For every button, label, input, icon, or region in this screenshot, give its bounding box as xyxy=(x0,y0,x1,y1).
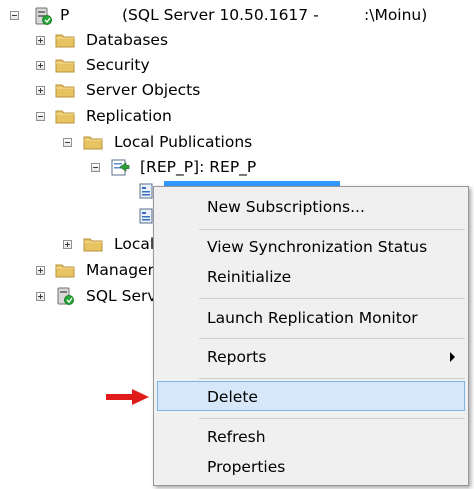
menu-item-delete[interactable]: Delete xyxy=(157,381,465,411)
expand-toggle-databases[interactable] xyxy=(36,36,45,45)
expand-toggle-management[interactable] xyxy=(36,266,45,275)
folder-icon xyxy=(55,110,75,124)
menu-item-view-sync-status[interactable]: View Synchronization Status xyxy=(157,232,465,262)
tree-node-local-publications[interactable]: Local Publications xyxy=(0,131,474,153)
collapse-toggle-local-publications[interactable] xyxy=(63,138,72,147)
tree-node-sql-server-agent[interactable]: SQL Serve xyxy=(0,285,166,307)
collapse-toggle-server[interactable] xyxy=(10,11,19,20)
submenu-arrow-icon xyxy=(450,352,455,362)
tree-label-security: Security xyxy=(86,56,150,74)
tree-node-publication[interactable]: [REP_P]: REP_P xyxy=(0,156,474,178)
tree-node-databases[interactable]: Databases xyxy=(0,29,474,51)
menu-label: New Subscriptions... xyxy=(207,198,365,216)
subscription-icon[interactable] xyxy=(139,183,153,199)
menu-item-reports[interactable]: Reports xyxy=(157,342,465,372)
agent-icon xyxy=(57,287,74,305)
tree-label-replication: Replication xyxy=(86,107,172,125)
expand-toggle-security[interactable] xyxy=(36,61,45,70)
menu-separator xyxy=(199,229,465,230)
menu-label: Launch Replication Monitor xyxy=(207,309,418,327)
menu-label: Reports xyxy=(207,348,267,366)
server-icon xyxy=(35,7,52,25)
folder-icon xyxy=(55,59,75,73)
menu-label: View Synchronization Status xyxy=(207,238,428,256)
collapse-toggle-publication[interactable] xyxy=(91,163,100,172)
menu-label: Properties xyxy=(207,458,286,476)
menu-label: Delete xyxy=(207,388,258,406)
tree-node-security[interactable]: Security xyxy=(0,54,474,76)
menu-item-properties[interactable]: Properties xyxy=(157,452,465,482)
tree-label-local-subscriptions: Local xyxy=(114,235,155,253)
menu-label: Refresh xyxy=(207,428,266,446)
context-menu: New Subscriptions... View Synchronizatio… xyxy=(153,186,469,486)
menu-separator xyxy=(199,338,465,339)
collapse-toggle-replication[interactable] xyxy=(36,112,45,121)
tree-node-replication[interactable]: Replication xyxy=(0,105,474,127)
tree-label-server-objects: Server Objects xyxy=(86,81,201,99)
tree-label-publication: [REP_P]: REP_P xyxy=(140,158,257,176)
tree-node-server-objects[interactable]: Server Objects xyxy=(0,79,474,101)
menu-item-refresh[interactable]: Refresh xyxy=(157,422,465,452)
folder-icon xyxy=(83,238,103,252)
server-user: :\Moinu) xyxy=(364,6,428,24)
tree-node-local-subscriptions[interactable]: Local xyxy=(0,233,160,255)
folder-icon xyxy=(55,264,75,278)
tree-node-management[interactable]: Manager xyxy=(0,259,160,281)
menu-item-new-subscriptions[interactable]: New Subscriptions... xyxy=(157,192,465,222)
server-details: (SQL Server 10.50.1617 - xyxy=(122,6,319,24)
expand-toggle-sql-server-agent[interactable] xyxy=(36,292,45,301)
menu-separator xyxy=(199,298,465,299)
red-arrow-icon xyxy=(106,389,149,405)
folder-icon xyxy=(55,84,75,98)
menu-label: Reinitialize xyxy=(207,268,292,286)
folder-icon xyxy=(55,34,75,48)
expand-toggle-local-subscriptions[interactable] xyxy=(63,240,72,249)
menu-item-reinitialize[interactable]: Reinitialize xyxy=(157,262,465,292)
menu-separator xyxy=(199,378,465,379)
expand-toggle-server-objects[interactable] xyxy=(36,86,45,95)
tree-label-local-publications: Local Publications xyxy=(114,133,253,151)
server-name: P xyxy=(60,6,70,24)
menu-item-launch-replication-monitor[interactable]: Launch Replication Monitor xyxy=(157,303,465,333)
tree-label-management: Manager xyxy=(86,261,154,279)
tree-label-databases: Databases xyxy=(86,31,169,49)
menu-separator xyxy=(199,418,465,419)
subscription-icon[interactable] xyxy=(139,208,153,224)
publication-icon xyxy=(111,159,130,176)
folder-icon xyxy=(83,136,103,150)
tree-node-server[interactable]: P (SQL Server 10.50.1617 - :\Moinu) xyxy=(0,4,474,26)
